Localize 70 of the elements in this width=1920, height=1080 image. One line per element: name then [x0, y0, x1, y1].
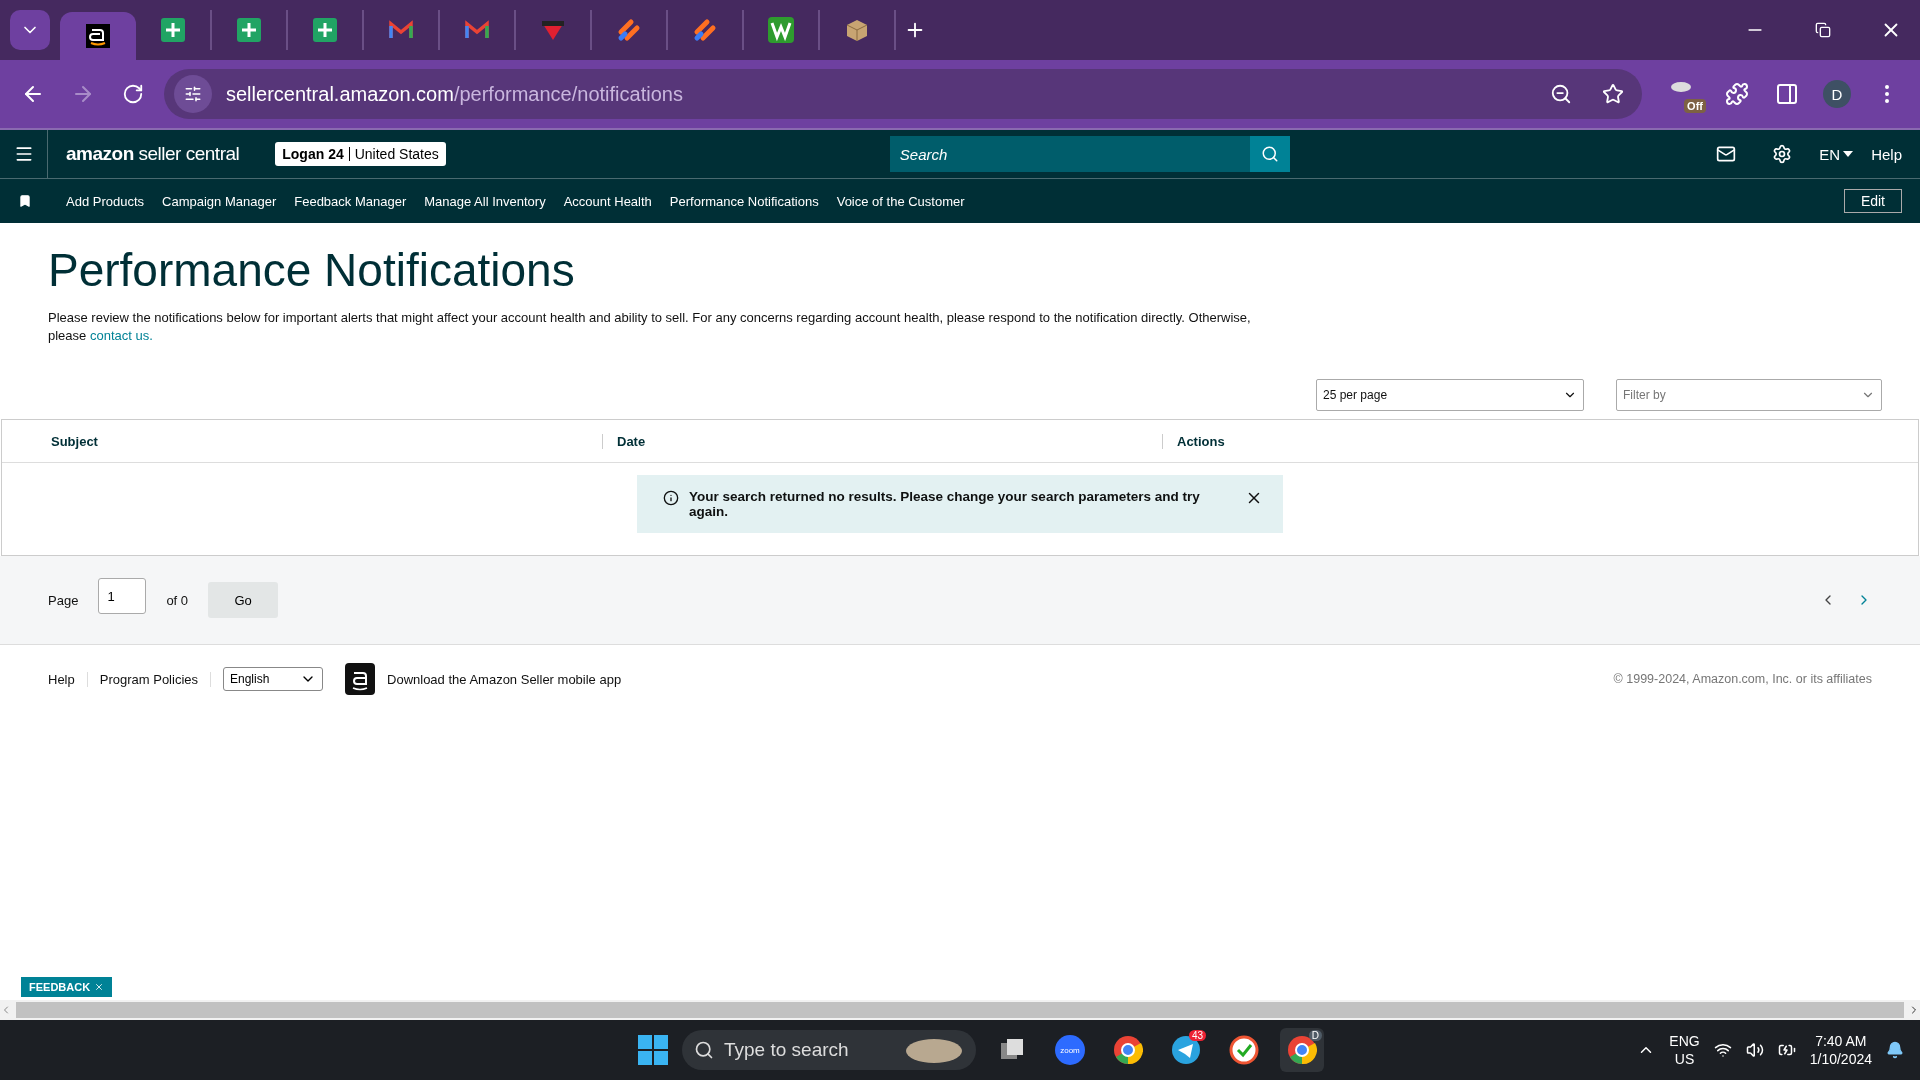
column-header: Actions	[1162, 433, 1918, 449]
go-button[interactable]: Go	[208, 582, 279, 618]
envelope-m-icon	[465, 20, 489, 40]
column-header: Date	[602, 433, 1162, 449]
extension-button[interactable]: Off	[1668, 75, 1706, 113]
wifi-icon[interactable]	[1713, 1041, 1732, 1059]
extension-icon[interactable]	[1670, 81, 1692, 93]
plus-square-icon	[313, 18, 337, 42]
nav-link[interactable]: Add Products	[66, 193, 145, 209]
search-icon[interactable]	[694, 1040, 714, 1060]
info-icon	[663, 490, 679, 506]
contact-link[interactable]: contact us.	[89, 328, 153, 343]
site-settings-icon[interactable]	[174, 75, 212, 113]
filter-select[interactable]: Filter by	[1616, 379, 1882, 411]
taskbar-search-field[interactable]: Type to search	[682, 1030, 976, 1070]
page-label: Page	[48, 592, 79, 608]
feedback-tab[interactable]: FEEDBACK	[21, 977, 113, 997]
search-button[interactable]	[1249, 136, 1290, 172]
nav-link[interactable]: Campaign Manager	[162, 193, 277, 209]
account-switcher[interactable]: Logan 24 United States	[275, 142, 446, 166]
language-select[interactable]: English	[223, 667, 323, 691]
nav-link[interactable]: Voice of the Customer	[836, 193, 965, 209]
volume-icon[interactable]	[1745, 1041, 1764, 1059]
language-menu[interactable]: EN	[1819, 145, 1854, 163]
page-title: Performance Notifications	[48, 243, 576, 297]
taskbar-app[interactable]: D	[1280, 1028, 1324, 1072]
address-bar[interactable]: sellercentral.amazon.com/performance/notifications	[164, 69, 1642, 119]
search-icon[interactable]	[1260, 145, 1279, 163]
horizontal-scrollbar[interactable]	[0, 1000, 1920, 1020]
search-field[interactable]: Search	[889, 136, 1250, 172]
taskbar-app[interactable]: 43	[1164, 1028, 1208, 1072]
amazon-app-icon	[345, 663, 375, 695]
box-icon	[845, 18, 869, 42]
w-logo-icon	[768, 17, 794, 43]
caret-icon[interactable]	[1843, 151, 1854, 157]
shield-icon	[541, 18, 565, 42]
windows-start-icon[interactable]	[638, 1035, 668, 1065]
column-header: Subject	[50, 433, 99, 449]
mobile-app-link[interactable]: Download the Amazon Seller mobile app	[387, 671, 622, 687]
notification-bell-icon[interactable]	[1886, 1041, 1904, 1059]
seller-central-logo[interactable]: amazon seller central	[66, 143, 240, 165]
footer-link[interactable]: Help	[48, 671, 88, 687]
plus-square-icon	[161, 18, 185, 42]
help-link[interactable]: Help	[1871, 145, 1902, 163]
taskbar-app[interactable]: zoom	[1048, 1028, 1092, 1072]
edit-button[interactable]: Edit	[1843, 189, 1902, 213]
clock[interactable]: 7:40 AM 1/10/2024	[1809, 1032, 1872, 1068]
page-number-field[interactable]: 1	[98, 578, 147, 614]
nav-link[interactable]: Performance Notifications	[669, 193, 819, 209]
input-language[interactable]: ENG US	[1669, 1032, 1700, 1068]
footer-link[interactable]: Program Policies	[99, 671, 211, 687]
nav-link[interactable]: Feedback Manager	[294, 193, 407, 209]
nav-link[interactable]: Account Health	[563, 193, 652, 209]
plus-square-icon	[237, 18, 261, 42]
url-text: sellercentral.amazon.com/performance/notifications	[226, 82, 684, 106]
page-description: Please review the notifications below for important alerts that might affect your account health and ability to sell. For any concerns regarding account health, please respond to the notification directly. Otherwise, please contact us.	[48, 309, 1252, 345]
slashes-icon	[693, 18, 717, 42]
nav-link[interactable]: Manage All Inventory	[424, 193, 546, 209]
check-circle-icon	[1229, 1035, 1259, 1065]
zoom-icon: zoom	[1055, 1035, 1085, 1065]
page-count: of 0	[166, 592, 189, 608]
amazon-icon	[86, 24, 110, 48]
slashes-icon	[617, 18, 641, 42]
chrome-icon	[1113, 1035, 1143, 1065]
alert-message: Your search returned no results. Please change your search parameters and try again.	[689, 489, 1201, 519]
per-page-select[interactable]: 25 per page	[1316, 379, 1584, 411]
copyright-text: © 1999-2024, Amazon.com, Inc. or its affiliates	[1613, 672, 1872, 686]
browser-tab[interactable]	[60, 12, 136, 60]
bookmark-icon[interactable]	[18, 194, 32, 208]
envelope-m-icon	[389, 20, 413, 40]
